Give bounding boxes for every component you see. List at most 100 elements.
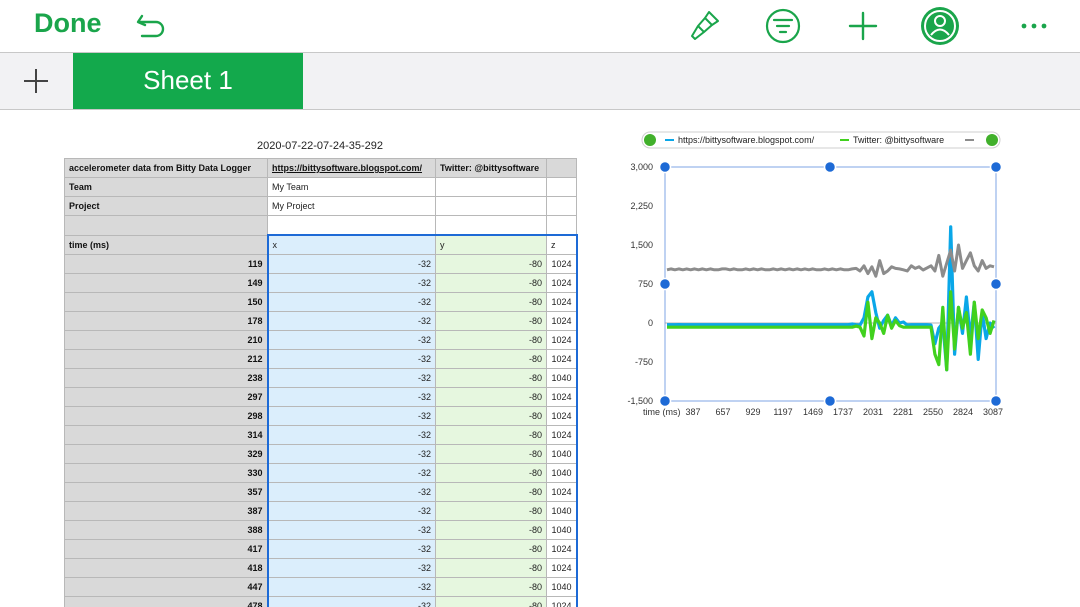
x-cell[interactable]: -32 xyxy=(266,406,436,426)
empty-cell[interactable] xyxy=(435,177,547,197)
y-cell[interactable]: -80 xyxy=(435,292,547,312)
x-cell[interactable]: -32 xyxy=(266,520,436,540)
y-cell[interactable]: -80 xyxy=(435,330,547,350)
header-cell[interactable]: accelerometer data from Bitty Data Logge… xyxy=(64,158,268,178)
z-cell[interactable]: 1024 xyxy=(546,406,578,426)
z-cell[interactable]: 1024 xyxy=(546,330,578,350)
tab-sheet-1[interactable]: Sheet 1 xyxy=(73,53,303,109)
empty-cell[interactable] xyxy=(546,196,577,216)
filter-icon[interactable] xyxy=(763,6,803,46)
add-sheet-icon[interactable] xyxy=(0,53,72,109)
z-cell[interactable]: 1024 xyxy=(546,311,578,331)
y-cell[interactable]: -80 xyxy=(435,387,547,407)
team-value-cell[interactable]: My Team xyxy=(267,177,436,197)
time-cell[interactable]: 388 xyxy=(64,520,268,540)
time-cell[interactable]: 298 xyxy=(64,406,268,426)
empty-cell[interactable] xyxy=(435,196,547,216)
y-cell[interactable]: -80 xyxy=(435,406,547,426)
y-cell[interactable]: -80 xyxy=(435,463,547,483)
x-cell[interactable]: -32 xyxy=(266,387,436,407)
empty-cell[interactable] xyxy=(435,215,547,236)
more-icon[interactable] xyxy=(1014,6,1054,46)
time-cell[interactable]: 178 xyxy=(64,311,268,331)
header-cell[interactable] xyxy=(546,158,577,178)
collaborate-icon[interactable] xyxy=(920,6,960,46)
x-cell[interactable]: -32 xyxy=(266,330,436,350)
z-cell[interactable]: 1040 xyxy=(546,444,578,464)
z-cell[interactable]: 1024 xyxy=(546,387,578,407)
x-cell[interactable]: -32 xyxy=(266,254,436,274)
time-cell[interactable]: 238 xyxy=(64,368,268,388)
time-cell[interactable]: 387 xyxy=(64,501,268,521)
x-cell[interactable]: -32 xyxy=(266,577,436,597)
time-cell[interactable]: 478 xyxy=(64,596,268,607)
z-cell[interactable]: 1024 xyxy=(546,558,578,578)
z-cell[interactable]: 1040 xyxy=(546,463,578,483)
y-cell[interactable]: -80 xyxy=(435,539,547,559)
empty-cell[interactable] xyxy=(546,215,577,236)
z-cell[interactable]: 1040 xyxy=(546,577,578,597)
y-cell[interactable]: -80 xyxy=(435,444,547,464)
time-cell[interactable]: 357 xyxy=(64,482,268,502)
time-cell[interactable]: 330 xyxy=(64,463,268,483)
team-label-cell[interactable]: Team xyxy=(64,177,268,197)
y-cell[interactable]: -80 xyxy=(435,273,547,293)
x-cell[interactable]: -32 xyxy=(266,539,436,559)
y-cell[interactable]: -80 xyxy=(435,520,547,540)
project-value-cell[interactable]: My Project xyxy=(267,196,436,216)
column-header-x[interactable]: x xyxy=(266,234,436,255)
time-cell[interactable]: 329 xyxy=(64,444,268,464)
time-cell[interactable]: 314 xyxy=(64,425,268,445)
z-cell[interactable]: 1040 xyxy=(546,368,578,388)
x-cell[interactable]: -32 xyxy=(266,273,436,293)
x-cell[interactable]: -32 xyxy=(266,558,436,578)
add-icon[interactable] xyxy=(843,6,883,46)
time-cell[interactable]: 119 xyxy=(64,254,268,274)
undo-icon[interactable] xyxy=(132,6,172,46)
empty-cell[interactable] xyxy=(267,215,436,236)
z-cell[interactable]: 1040 xyxy=(546,520,578,540)
column-header-time[interactable]: time (ms) xyxy=(64,234,268,255)
column-header-y[interactable]: y xyxy=(435,234,547,255)
x-cell[interactable]: -32 xyxy=(266,596,436,607)
z-cell[interactable]: 1024 xyxy=(546,425,578,445)
z-cell[interactable]: 1024 xyxy=(546,596,578,607)
y-cell[interactable]: -80 xyxy=(435,349,547,369)
y-cell[interactable]: -80 xyxy=(435,482,547,502)
z-cell[interactable]: 1040 xyxy=(546,501,578,521)
time-cell[interactable]: 417 xyxy=(64,539,268,559)
y-cell[interactable]: -80 xyxy=(435,577,547,597)
x-cell[interactable]: -32 xyxy=(266,444,436,464)
time-cell[interactable]: 150 xyxy=(64,292,268,312)
y-cell[interactable]: -80 xyxy=(435,311,547,331)
empty-cell[interactable] xyxy=(64,215,268,236)
z-cell[interactable]: 1024 xyxy=(546,539,578,559)
z-cell[interactable]: 1024 xyxy=(546,273,578,293)
time-cell[interactable]: 212 xyxy=(64,349,268,369)
column-header-z[interactable]: z xyxy=(546,234,578,255)
x-cell[interactable]: -32 xyxy=(266,311,436,331)
time-cell[interactable]: 447 xyxy=(64,577,268,597)
z-cell[interactable]: 1024 xyxy=(546,254,578,274)
x-cell[interactable]: -32 xyxy=(266,292,436,312)
x-cell[interactable]: -32 xyxy=(266,368,436,388)
x-cell[interactable]: -32 xyxy=(266,349,436,369)
format-brush-icon[interactable] xyxy=(685,6,725,46)
empty-cell[interactable] xyxy=(546,177,577,197)
y-cell[interactable]: -80 xyxy=(435,558,547,578)
x-cell[interactable]: -32 xyxy=(266,482,436,502)
y-cell[interactable]: -80 xyxy=(435,596,547,607)
time-cell[interactable]: 210 xyxy=(64,330,268,350)
time-cell[interactable]: 297 xyxy=(64,387,268,407)
x-cell[interactable]: -32 xyxy=(266,425,436,445)
z-cell[interactable]: 1024 xyxy=(546,482,578,502)
y-cell[interactable]: -80 xyxy=(435,425,547,445)
x-cell[interactable]: -32 xyxy=(266,463,436,483)
z-cell[interactable]: 1024 xyxy=(546,292,578,312)
y-cell[interactable]: -80 xyxy=(435,501,547,521)
z-cell[interactable]: 1024 xyxy=(546,349,578,369)
header-cell[interactable]: Twitter: @bittysoftware xyxy=(435,158,547,178)
done-button[interactable]: Done xyxy=(34,8,102,39)
line-chart[interactable]: 3,000 2,250 1,500 750 0 -750 -1,500time (ms) 38… xyxy=(620,130,1020,430)
header-link-cell[interactable]: https://bittysoftware.blogspot.com/ xyxy=(267,158,436,178)
